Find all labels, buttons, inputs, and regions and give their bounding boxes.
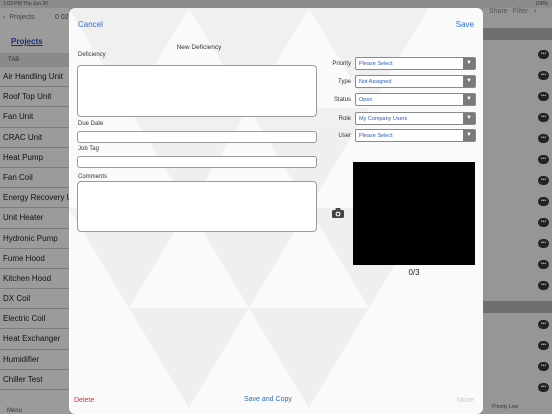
comments-label: Comments — [78, 174, 108, 180]
type-select[interactable]: Not Assigned ▼ — [355, 75, 476, 88]
photo-count: 0/3 — [408, 268, 420, 277]
sidebar-item[interactable]: Fan Unit — [0, 107, 69, 128]
comment-icon[interactable]: ••• — [538, 176, 549, 185]
right-pane: Share Filter + ••• ••• ••• ••• ••• ••• •••… — [483, 8, 552, 414]
comment-icon[interactable]: ••• — [538, 239, 549, 248]
status-time: 1:03 PM Thu Jun 20 — [3, 1, 48, 7]
caret-down-icon: ▼ — [463, 76, 475, 87]
filter-button[interactable]: Filter — [513, 8, 529, 15]
sidebar-item[interactable]: Fume Hood — [0, 249, 69, 269]
sidebar-item[interactable]: CRAC Unit — [0, 128, 69, 148]
comment-icon[interactable]: ••• — [538, 134, 549, 143]
sidebar-item[interactable]: Heat Exchanger — [0, 329, 69, 350]
sidebar-back[interactable]: ‹ Projects — [3, 14, 35, 21]
sidebar-list: Air Handling Unit Roof Top Unit Fan Unit… — [0, 67, 69, 390]
comment-icon[interactable]: ••• — [538, 383, 549, 392]
caret-down-icon: ▼ — [463, 130, 475, 141]
right-pane-toolbar: Share Filter + — [489, 8, 542, 15]
comment-icon[interactable]: ••• — [538, 50, 549, 59]
comment-icon[interactable]: ••• — [538, 260, 549, 269]
comment-icon[interactable]: ••• — [538, 320, 549, 329]
sidebar-item[interactable]: Humidifier — [0, 350, 69, 370]
camera-icon[interactable] — [332, 208, 344, 218]
role-select[interactable]: My Company Users ▼ — [355, 112, 476, 125]
move-button[interactable]: Move — [457, 397, 474, 404]
sidebar-item[interactable]: Unit Heater — [0, 208, 69, 229]
sidebar-back-label: Projects — [9, 14, 35, 21]
job-tag-label: Job Tag — [78, 146, 99, 152]
priority-value: Please Select — [359, 61, 393, 67]
comment-icon[interactable]: ••• — [538, 113, 549, 122]
sidebar-item[interactable]: Kitchen Hood — [0, 269, 69, 290]
list-header-band — [483, 28, 552, 40]
sidebar-section-header: TAB — [0, 53, 69, 67]
sidebar-item[interactable]: Air Handling Unit — [0, 67, 69, 88]
user-label: User — [338, 133, 351, 139]
role-label: Role — [338, 116, 351, 122]
type-value: Not Assigned — [359, 79, 392, 85]
priority-label: Priority — [332, 61, 351, 67]
sidebar-item[interactable]: Roof Top Unit — [0, 87, 69, 108]
status-select[interactable]: Open ▼ — [355, 93, 476, 106]
job-tag-field[interactable] — [77, 156, 317, 168]
comment-icon[interactable]: ••• — [538, 92, 549, 101]
sidebar-item[interactable]: DX Coil — [0, 289, 69, 310]
menu-button[interactable]: Menu — [7, 408, 22, 414]
new-deficiency-modal: Cancel Save New Deficiency Deficiency Du… — [69, 8, 483, 414]
status-value: Open — [359, 97, 373, 103]
comment-icon[interactable]: ••• — [538, 281, 549, 290]
due-date-field[interactable] — [77, 131, 317, 143]
deficiency-label: Deficiency — [78, 52, 106, 58]
due-date-label: Due Date — [78, 121, 104, 127]
photo-preview[interactable] — [353, 162, 475, 265]
role-value: My Company Users — [359, 116, 408, 122]
right-pane-footer: Priority Low — [492, 404, 519, 410]
sidebar-item[interactable]: Chiller Test — [0, 370, 69, 390]
user-value: Please Select — [359, 133, 393, 139]
share-button[interactable]: Share — [489, 8, 508, 15]
caret-down-icon: ▼ — [463, 113, 475, 124]
comment-icon[interactable]: ••• — [538, 71, 549, 80]
status-label: Status — [333, 97, 351, 103]
type-label: Type — [337, 79, 351, 85]
priority-select[interactable]: Please Select ▼ — [355, 57, 476, 70]
chevron-left-icon: ‹ — [3, 14, 6, 21]
status-bar: 1:03 PM Thu Jun 20 100% — [0, 0, 552, 8]
sidebar-count: 0 02 — [55, 14, 69, 21]
caret-down-icon: ▼ — [463, 94, 475, 105]
save-and-copy-button[interactable]: Save and Copy — [244, 396, 292, 403]
deficiency-textarea[interactable] — [77, 65, 317, 117]
caret-down-icon: ▼ — [463, 58, 475, 69]
battery-level: 100% — [535, 1, 548, 7]
comment-icon[interactable]: ••• — [538, 341, 549, 350]
comment-icon[interactable]: ••• — [538, 197, 549, 206]
comment-icon[interactable]: ••• — [538, 155, 549, 164]
list-header-band — [483, 301, 552, 313]
cancel-button[interactable]: Cancel — [78, 20, 103, 29]
projects-link[interactable]: Projects — [11, 37, 43, 46]
comments-textarea[interactable] — [77, 181, 317, 232]
comment-icon[interactable]: ••• — [538, 362, 549, 371]
sidebar-item[interactable]: Hydronic Pump — [0, 229, 69, 249]
user-select[interactable]: Please Select ▼ — [355, 129, 476, 142]
sidebar-item[interactable]: Electric Coil — [0, 309, 69, 330]
save-button[interactable]: Save — [456, 20, 474, 29]
sidebar-item[interactable]: Fan Coil — [0, 168, 69, 189]
sidebar-item[interactable]: Energy Recovery U — [0, 188, 69, 209]
delete-button[interactable]: Delete — [74, 397, 94, 404]
modal-title: New Deficiency — [176, 44, 222, 51]
sidebar-item[interactable]: Heat Pump — [0, 148, 69, 168]
comment-icon[interactable]: ••• — [538, 218, 549, 227]
add-icon[interactable]: + — [533, 8, 537, 15]
sidebar: ‹ Projects 0 02 Projects TAB Air Handling… — [0, 8, 69, 414]
